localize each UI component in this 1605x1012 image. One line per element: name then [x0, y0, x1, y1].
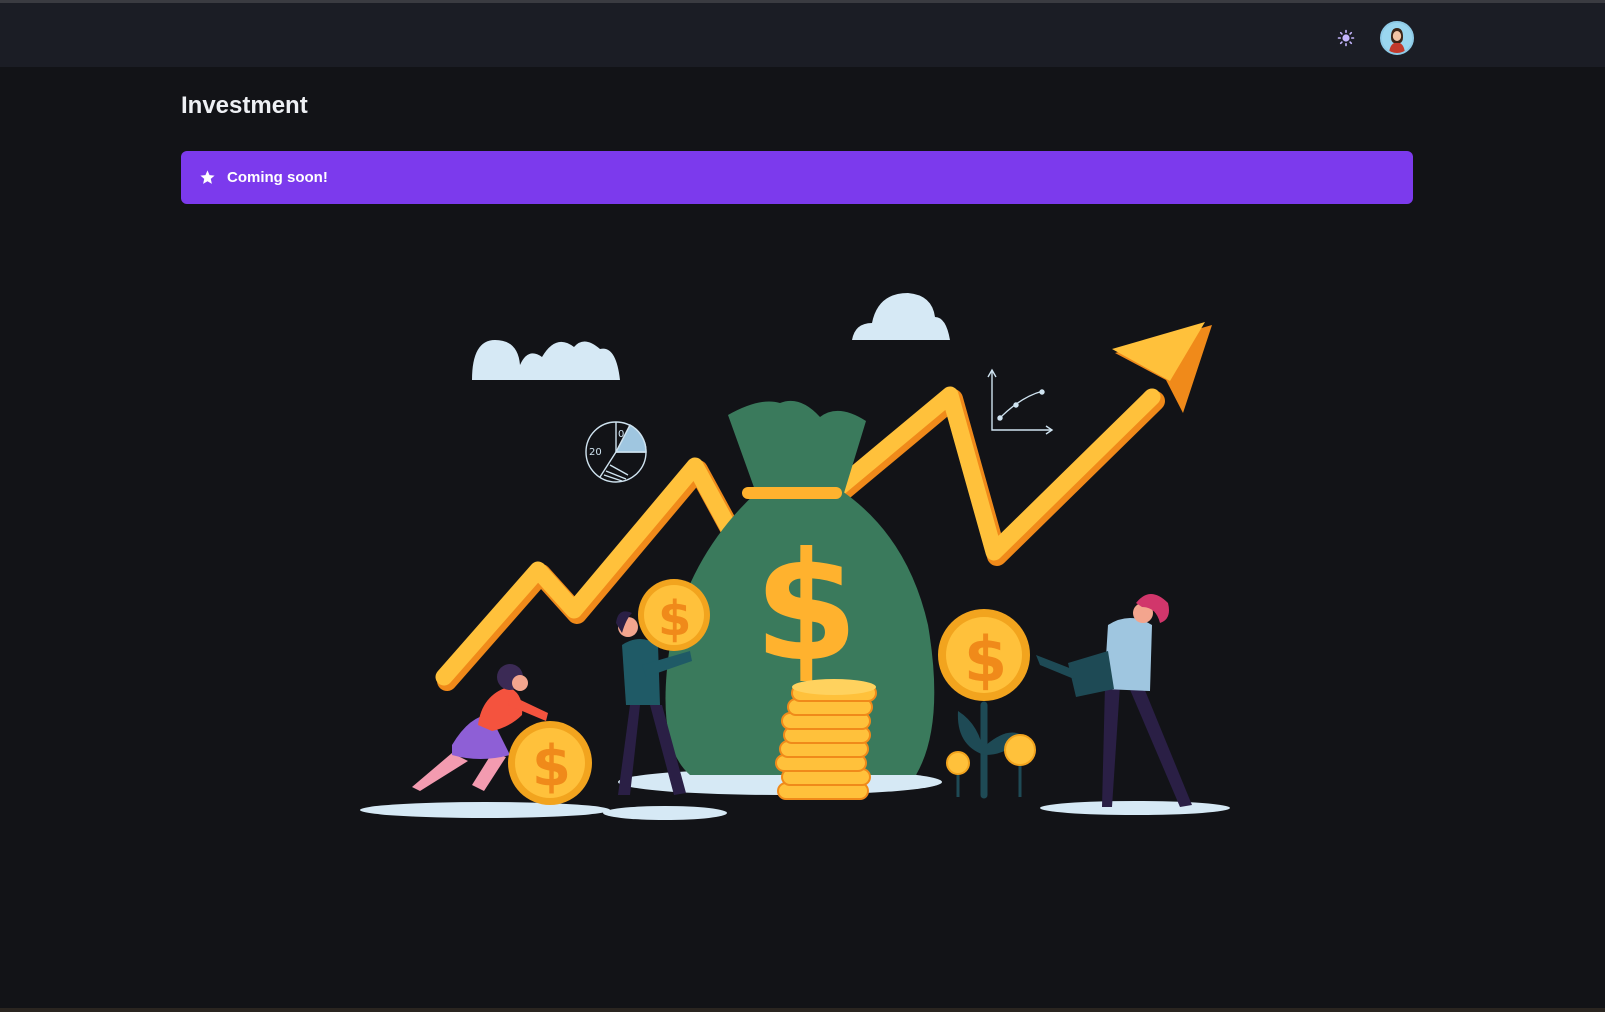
pie-label-20: 20 [589, 447, 602, 458]
bag-dollar-sign: $ [754, 521, 858, 695]
cloud-left [472, 340, 620, 380]
page-title: Investment [181, 92, 308, 119]
investment-illustration: 20 0 $ $ $ $ [360, 293, 1230, 820]
coin-dollar-carried: $ [658, 591, 691, 647]
window-bottom-edge [0, 1008, 1605, 1012]
avatar-icon [1382, 23, 1412, 53]
line-chart-doodle [987, 368, 1054, 435]
top-navigation-bar [0, 3, 1605, 67]
cloud-right [852, 293, 950, 340]
pie-label-0: 0 [618, 429, 624, 440]
star-icon [199, 169, 216, 186]
coin-dollar-plant: $ [964, 623, 1007, 696]
sun-icon [1337, 29, 1355, 47]
pie-chart-doodle: 20 0 [585, 421, 647, 483]
user-avatar[interactable] [1380, 21, 1414, 55]
coin-plant: $ [938, 609, 1036, 799]
woman-watering-plant [1036, 594, 1192, 807]
banner-text: Coming soon! [227, 169, 328, 186]
theme-toggle-button[interactable] [1331, 23, 1361, 53]
coming-soon-banner: Coming soon! [181, 151, 1413, 204]
coin-dollar-left: $ [532, 734, 571, 799]
